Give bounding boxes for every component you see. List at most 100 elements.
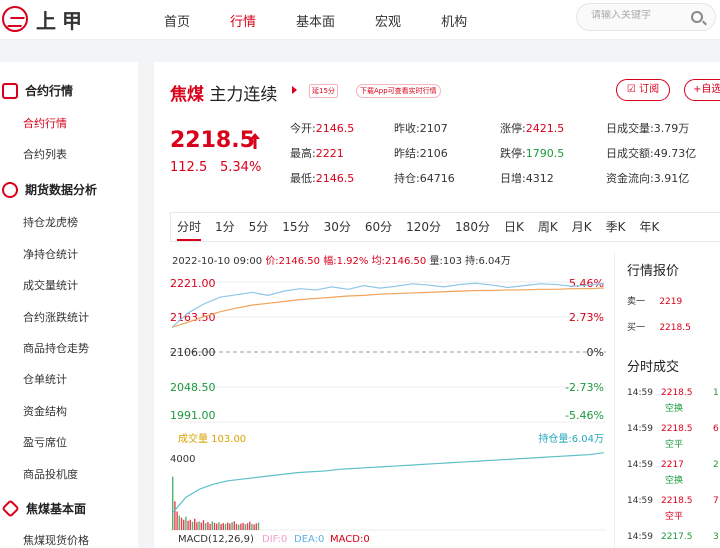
intraday-chart-svg: 2221.00 5.46%2163.50 2.73%2106.00 0%2048.50… (170, 277, 606, 545)
volume-bar (218, 522, 220, 530)
search-input[interactable] (591, 10, 687, 21)
info-hold: 持:6.04万 (465, 256, 511, 267)
volume-bar (200, 522, 202, 530)
y-axis-right-label: 0% (587, 346, 604, 359)
stat-low: 最低:2146.5 (290, 170, 354, 186)
volume-bar (233, 521, 235, 530)
tab-30min[interactable]: 30分 (318, 213, 359, 241)
nav-market[interactable]: 行情 (230, 11, 256, 30)
stat-day-increase: 日增:4312 (500, 170, 554, 186)
sidebar-item-speculation[interactable]: 商品投机度 (23, 466, 78, 482)
volume-bar (229, 523, 231, 530)
tab-yearly[interactable]: 年K (633, 213, 667, 241)
macd-label: MACD(12,26,9) (178, 534, 254, 545)
logo[interactable]: 上甲 (2, 6, 88, 33)
deal-type: 空换 (665, 476, 684, 486)
tab-daily[interactable]: 日K (498, 213, 532, 241)
stat-open: 今开:2146.5 (290, 120, 354, 136)
sidebar-item-position-rank[interactable]: 持仓龙虎榜 (23, 214, 78, 230)
stat-label: 资金流向: (606, 172, 654, 185)
volume-bar (196, 522, 198, 530)
sidebar-item-holding-trend[interactable]: 商品持仓走势 (23, 340, 89, 356)
tab-quarterly[interactable]: 季K (600, 213, 634, 241)
sidebar-item-contract-list[interactable]: 合约列表 (23, 146, 67, 162)
stat-label: 昨收: (394, 122, 420, 135)
price-change-pct: 5.34% (220, 160, 262, 175)
deal-type: 空平 (665, 440, 684, 450)
deal-price: 2218.5 (661, 388, 693, 398)
volume-bar (211, 521, 213, 530)
y-axis-right-label: 2.73% (569, 311, 604, 324)
volume-bar (183, 519, 185, 530)
sidebar-item-warehouse-receipts[interactable]: 仓单统计 (23, 371, 67, 387)
tab-intraday[interactable]: 分时 (171, 213, 209, 241)
sidebar-item-pnl-seats[interactable]: 盈亏席位 (23, 434, 67, 450)
sidebar-group-label: 期货数据分析 (25, 183, 98, 197)
stat-label: 日成交量: (606, 122, 654, 135)
bid-1: 买一 2218.5 (627, 320, 691, 333)
contract-name-highlight: 焦煤 (170, 85, 204, 105)
tab-1min[interactable]: 1分 (209, 213, 243, 241)
deal-price: 2218.5 (661, 496, 693, 506)
deal-time: 14:59 (627, 388, 653, 398)
nav-macro[interactable]: 宏观 (375, 11, 401, 30)
play-icon[interactable] (292, 86, 297, 94)
nav-home[interactable]: 首页 (164, 11, 190, 30)
search-icon[interactable] (691, 11, 703, 23)
sidebar-item-volume-stats[interactable]: 成交量统计 (23, 277, 78, 293)
sidebar-group-analysis[interactable]: 期货数据分析 (0, 181, 97, 198)
deal-time: 14:59 (627, 424, 653, 434)
stat-value: 2107 (419, 122, 448, 135)
volume-bar (242, 522, 244, 530)
volume-bar (253, 524, 255, 530)
sidebar-item-spot-price[interactable]: 焦煤现货价格 (23, 532, 89, 548)
sidebar-group-fundamentals[interactable]: 焦煤基本面 (0, 499, 86, 518)
download-app-badge[interactable]: 下载App可查看实时行情 (356, 84, 441, 98)
macd-dif: DIF:0 (262, 534, 287, 545)
sidebar-group-contract[interactable]: 合约行情 (0, 82, 73, 99)
stat-day-turnover: 日成交额:49.73亿 (606, 145, 696, 161)
info-amplitude: 幅:1.92% (323, 256, 369, 267)
volume-bar (198, 521, 200, 530)
sidebar-item-net-position[interactable]: 净持仓统计 (23, 246, 78, 262)
tab-120min[interactable]: 120分 (400, 213, 449, 241)
volume-axis-label: 4000 (170, 454, 195, 465)
volume-bar (187, 520, 189, 530)
deal-volume: 7 (713, 496, 719, 506)
tab-weekly[interactable]: 周K (532, 213, 566, 241)
add-watchlist-button[interactable]: +自选 (684, 79, 720, 101)
line-chart-icon (2, 82, 18, 99)
tab-monthly[interactable]: 月K (566, 213, 600, 241)
quote-panel: 行情报价 卖一 2219 买一 2218.5 分时成交 14:59 2218.5… (614, 252, 720, 548)
tab-60min[interactable]: 60分 (359, 213, 400, 241)
tab-15min[interactable]: 15分 (276, 213, 317, 241)
tab-5min[interactable]: 5分 (243, 213, 277, 241)
nav-fundamentals[interactable]: 基本面 (296, 11, 335, 30)
deal-volume: 6 (713, 424, 719, 434)
stat-value: 2106 (419, 147, 448, 160)
volume-bar (222, 523, 224, 530)
volume-bar (238, 524, 240, 530)
intraday-chart[interactable]: 2221.00 5.46% 2163.50 2.73% 2106.00 0% 2048.50… (170, 272, 606, 548)
stat-day-volume: 日成交量:3.79万 (606, 120, 689, 136)
y-axis-left-label: 2106.00 (170, 346, 216, 359)
delay-badge: 延15分 (309, 84, 338, 98)
deal-time: 14:59 (627, 532, 653, 542)
nav-institutions[interactable]: 机构 (441, 11, 467, 30)
tab-180min[interactable]: 180分 (449, 213, 498, 241)
stat-limit-down: 跌停:1790.5 (500, 145, 564, 161)
stat-value: 4312 (525, 172, 554, 185)
volume-bar (189, 519, 191, 530)
sidebar-item-contract-quote[interactable]: 合约行情 (23, 115, 67, 131)
sidebar-item-rise-fall-stats[interactable]: 合约涨跌统计 (23, 309, 89, 325)
stat-label: 持仓: (394, 172, 420, 185)
subscribe-button[interactable]: ☑ 订阅 (616, 79, 670, 101)
stat-label: 跌停: (500, 147, 526, 160)
volume-bar (231, 522, 233, 530)
volume-bar (246, 523, 249, 530)
y-axis-left-label: 1991.00 (170, 409, 216, 422)
deal-price: 2217.5 (661, 532, 693, 542)
stat-capital-flow: 资金流向:3.91亿 (606, 170, 689, 186)
stat-value: 2421.5 (525, 122, 565, 135)
sidebar-item-capital-structure[interactable]: 资金结构 (23, 403, 67, 419)
